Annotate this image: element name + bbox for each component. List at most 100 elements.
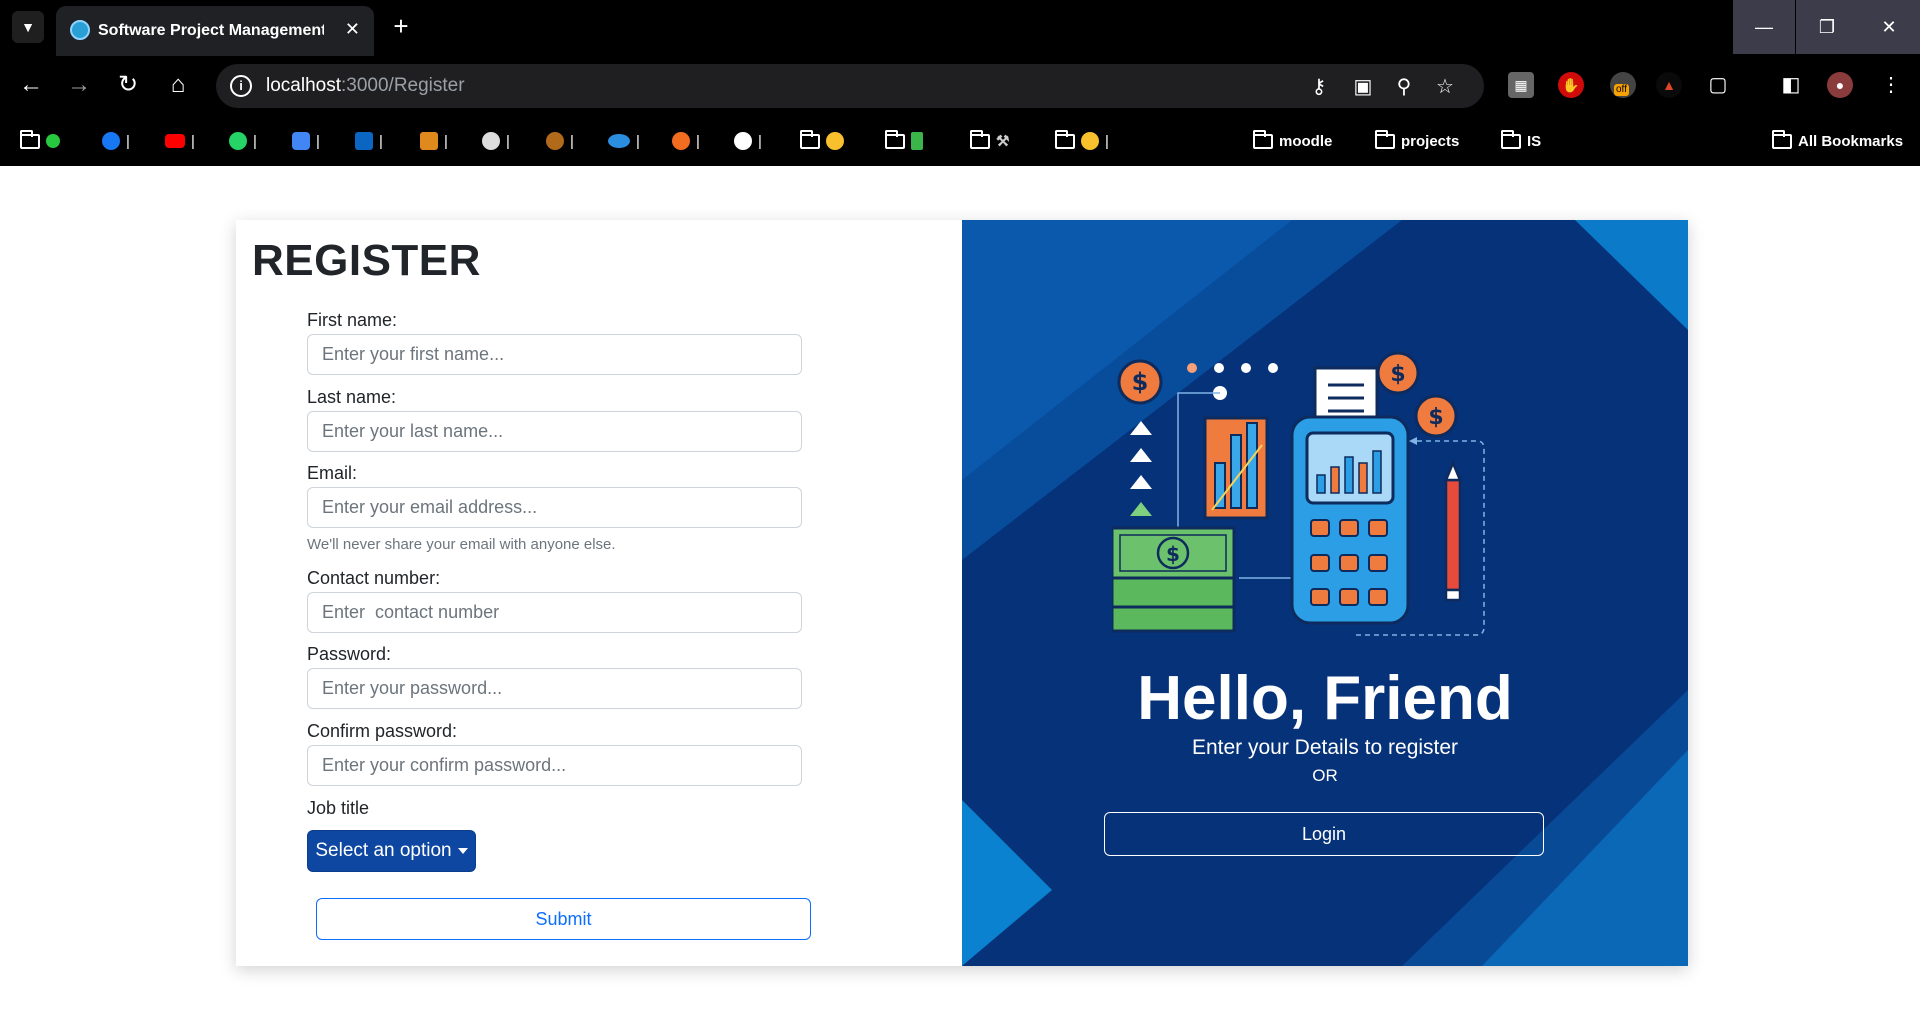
address-bar[interactable]: i localhost:3000/Register ⚷ ▣ ⚲ ☆ bbox=[216, 64, 1484, 108]
close-window-button[interactable]: ✕ bbox=[1858, 0, 1920, 54]
coin-icon: $ bbox=[1376, 351, 1420, 395]
email-input[interactable] bbox=[307, 487, 802, 528]
last-name-input[interactable] bbox=[307, 411, 802, 452]
folder-icon bbox=[1375, 129, 1395, 149]
first-name-label: First name: bbox=[307, 310, 398, 330]
bookmark-emblem[interactable]: | bbox=[546, 128, 574, 154]
folder-icon bbox=[1501, 129, 1521, 149]
extensions-icon[interactable]: ▢ bbox=[1705, 72, 1731, 98]
pencil-icon bbox=[1444, 459, 1462, 602]
confirm-password-input[interactable] bbox=[307, 745, 802, 786]
bookmark-folder-moodle[interactable]: moodle bbox=[1253, 128, 1332, 154]
bookmark-github[interactable]: | bbox=[734, 128, 762, 154]
last-name-label: Last name: bbox=[307, 387, 397, 407]
globe-icon bbox=[482, 132, 500, 150]
sunglasses-emoji-icon bbox=[826, 132, 844, 150]
bookmark-folder-is[interactable]: IS bbox=[1501, 128, 1541, 154]
svg-text:$: $ bbox=[1390, 362, 1405, 387]
cash-stack-icon: $ bbox=[1112, 526, 1236, 633]
bookmark-folder-1[interactable] bbox=[20, 128, 60, 154]
site-info-icon[interactable]: i bbox=[230, 75, 252, 97]
job-title-label: Job title bbox=[307, 798, 370, 818]
g-app-icon bbox=[292, 132, 310, 150]
job-title-dropdown[interactable]: Select an option bbox=[307, 830, 476, 872]
extension-puzzle-game-icon[interactable]: ▦ bbox=[1508, 72, 1534, 98]
all-bookmarks-button[interactable]: All Bookmarks bbox=[1772, 128, 1903, 154]
bookmark-folder-emoji[interactable] bbox=[800, 128, 844, 154]
svg-text:$: $ bbox=[1166, 542, 1180, 566]
folder-icon bbox=[800, 129, 820, 149]
promo-heading: Hello, Friend bbox=[1137, 664, 1513, 733]
minimize-button[interactable]: — bbox=[1733, 0, 1795, 54]
folder-icon bbox=[1055, 129, 1075, 149]
bookmark-folder-tools[interactable]: ⚒ bbox=[970, 128, 1009, 154]
emblem-icon bbox=[546, 132, 564, 150]
password-label: Password: bbox=[307, 644, 392, 664]
green-book-icon bbox=[911, 132, 923, 150]
bookmark-folder-green[interactable] bbox=[885, 128, 923, 154]
new-tab-button[interactable]: + bbox=[386, 12, 416, 42]
zoom-icon[interactable]: ⚲ bbox=[1391, 74, 1417, 100]
megaphone-extension-icon[interactable]: ▲ bbox=[1656, 72, 1682, 98]
svg-text:$: $ bbox=[1428, 405, 1443, 430]
or-text: OR bbox=[1312, 766, 1338, 785]
bookmark-youtube[interactable]: | bbox=[165, 128, 195, 154]
bookmark-onedrive[interactable]: | bbox=[608, 128, 640, 154]
folder-icon bbox=[20, 129, 40, 149]
login-button[interactable]: Login bbox=[1104, 812, 1544, 856]
adblock-icon[interactable]: ✋ bbox=[1558, 72, 1584, 98]
bookmark-orange-app[interactable]: | bbox=[672, 128, 700, 154]
password-key-icon[interactable]: ⚷ bbox=[1306, 74, 1332, 100]
tab-favicon-icon bbox=[70, 20, 90, 40]
confirm-password-label: Confirm password: bbox=[307, 721, 458, 741]
bookmarks-bar: | | | | | | | | | | | ⚒ | moodle project… bbox=[0, 116, 1920, 166]
first-name-input[interactable] bbox=[307, 334, 802, 375]
submit-button[interactable]: Submit bbox=[316, 898, 811, 940]
bookmark-folder-projects[interactable]: projects bbox=[1375, 128, 1459, 154]
cloud-icon bbox=[608, 134, 630, 148]
finance-illustration: $ $ $ $ bbox=[1112, 351, 1485, 636]
svg-text:$: $ bbox=[1132, 368, 1149, 396]
active-tab[interactable]: Software Project Management Sy ✕ bbox=[56, 6, 374, 56]
facebook-icon bbox=[102, 132, 120, 150]
browser-tab-bar: ▼ Software Project Management Sy ✕ + — ❐… bbox=[0, 0, 1920, 56]
forward-button[interactable]: → bbox=[64, 70, 94, 100]
profile-avatar[interactable]: ● bbox=[1827, 72, 1853, 98]
email-label: Email: bbox=[307, 463, 358, 483]
install-app-icon[interactable]: ▣ bbox=[1350, 74, 1376, 100]
tools-icon: ⚒ bbox=[996, 133, 1010, 150]
contact-number-input[interactable] bbox=[307, 592, 802, 633]
bookmark-folder-smile[interactable]: | bbox=[1055, 128, 1109, 154]
bookmark-linkedin[interactable]: | bbox=[355, 128, 383, 154]
reload-button[interactable]: ↻ bbox=[113, 70, 143, 100]
extension-off-icon[interactable]: off bbox=[1610, 72, 1636, 98]
bookmark-globe[interactable]: | bbox=[482, 128, 510, 154]
tab-title: Software Project Management Sy bbox=[98, 22, 324, 39]
menu-icon[interactable]: ⋮ bbox=[1878, 72, 1904, 98]
coin-icon: $ bbox=[1117, 359, 1163, 405]
orange-app-icon bbox=[672, 132, 690, 150]
all-bookmarks-label: All Bookmarks bbox=[1798, 132, 1904, 150]
youtube-icon bbox=[165, 134, 185, 148]
password-input[interactable] bbox=[307, 668, 802, 709]
tab-close-icon[interactable]: ✕ bbox=[345, 19, 360, 40]
bookmark-whatsapp[interactable]: | bbox=[229, 128, 257, 154]
whatsapp-icon bbox=[229, 132, 247, 150]
tab-search-button[interactable]: ▼ bbox=[12, 11, 44, 43]
contact-number-label: Contact number: bbox=[307, 568, 441, 588]
back-button[interactable]: ← bbox=[16, 70, 46, 100]
folder-icon bbox=[1772, 129, 1792, 149]
bookmark-in-site[interactable]: | bbox=[420, 128, 448, 154]
page-title: REGISTER bbox=[252, 236, 481, 285]
bookmark-star-icon[interactable]: ☆ bbox=[1432, 74, 1458, 100]
green-dot-icon bbox=[46, 134, 60, 148]
email-help-text: We'll never share your email with anyone… bbox=[307, 536, 616, 553]
folder-icon bbox=[1253, 129, 1273, 149]
bookmark-g-app[interactable]: | bbox=[292, 128, 320, 154]
github-icon bbox=[734, 132, 752, 150]
home-button[interactable]: ⌂ bbox=[163, 70, 193, 100]
restore-button[interactable]: ❐ bbox=[1796, 0, 1858, 54]
folder-icon bbox=[885, 129, 905, 149]
side-panel-icon[interactable]: ◧ bbox=[1778, 72, 1804, 98]
bookmark-facebook[interactable]: | bbox=[102, 128, 130, 154]
